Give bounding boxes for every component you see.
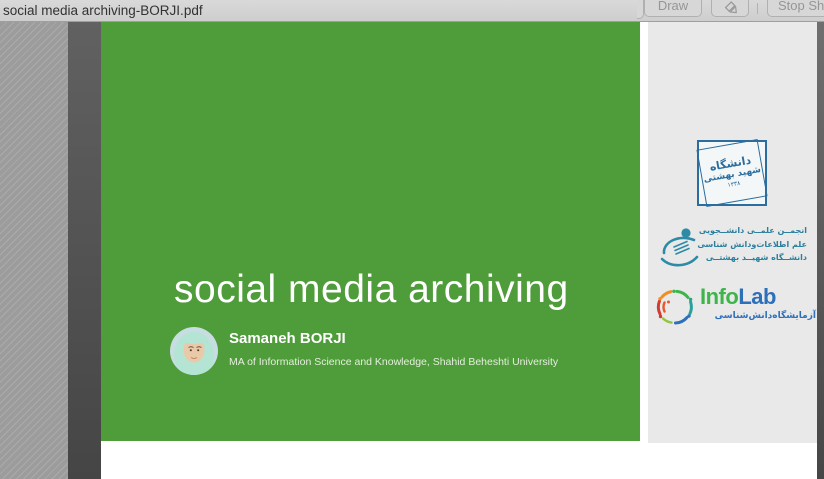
desktop-hatched-area	[0, 21, 68, 479]
slide-logo-panel: دانشگاه شهید بهشتی ۱۳۳۸ انجمــن علمــی د…	[648, 21, 817, 443]
infolab-logo: InfoLab آزمایشگاه‌دانش‌شناسی	[654, 284, 814, 336]
draw-button[interactable]: Draw	[644, 0, 702, 17]
university-emblem-logo: دانشگاه شهید بهشتی ۱۳۳۸	[697, 140, 767, 206]
author-name: Samaneh BORJI	[229, 330, 346, 347]
infolab-word-lab: Lab	[738, 284, 776, 309]
reader-figure-icon	[655, 226, 701, 275]
emblem-year: ۱۳۳۸	[727, 180, 741, 190]
shared-screen: social media archiving-BORJI.pdf Draw St…	[0, 0, 824, 479]
slide-title-area: social media archiving Samaneh BORJI MA …	[101, 21, 640, 441]
association-line3: دانشــگاه شهیــد بهشتــی	[697, 251, 807, 265]
window-title: social media archiving-BORJI.pdf	[3, 0, 203, 21]
window-titlebar: social media archiving-BORJI.pdf Draw St…	[0, 0, 824, 22]
infolab-subtitle: آزمایشگاه‌دانش‌شناسی	[700, 311, 816, 321]
stop-share-button[interactable]: Stop Sha	[767, 0, 824, 17]
association-line1: انجمــن علمــی دانشــجویی	[697, 224, 807, 238]
slide-divider-gap	[640, 21, 648, 443]
author-avatar	[170, 327, 218, 375]
association-text: انجمــن علمــی دانشــجویی علم اطلاعات‌ود…	[697, 224, 807, 265]
toolbar-button-fragment[interactable]	[637, 0, 644, 19]
window-left-edge	[68, 21, 101, 479]
infolab-wordmark: InfoLab	[700, 284, 776, 310]
university-emblem-calligraphy: دانشگاه شهید بهشتی ۱۳۳۸	[696, 139, 767, 207]
student-association-logo: انجمــن علمــی دانشــجویی علم اطلاعات‌ود…	[655, 224, 811, 272]
association-line2: علم اطلاعات‌ودانش شناسی	[697, 238, 807, 252]
infolab-word-info: Info	[700, 284, 738, 309]
author-affiliation: MA of Information Science and Knowledge,…	[229, 356, 558, 368]
infolab-swirl-icon	[654, 286, 696, 333]
slide-title: social media archiving	[174, 268, 569, 312]
page-below-slide	[101, 441, 817, 479]
pen-tool-button[interactable]	[711, 0, 749, 17]
window-right-edge	[817, 21, 824, 479]
pen-icon	[723, 0, 738, 13]
toolbar-separator	[757, 3, 758, 14]
